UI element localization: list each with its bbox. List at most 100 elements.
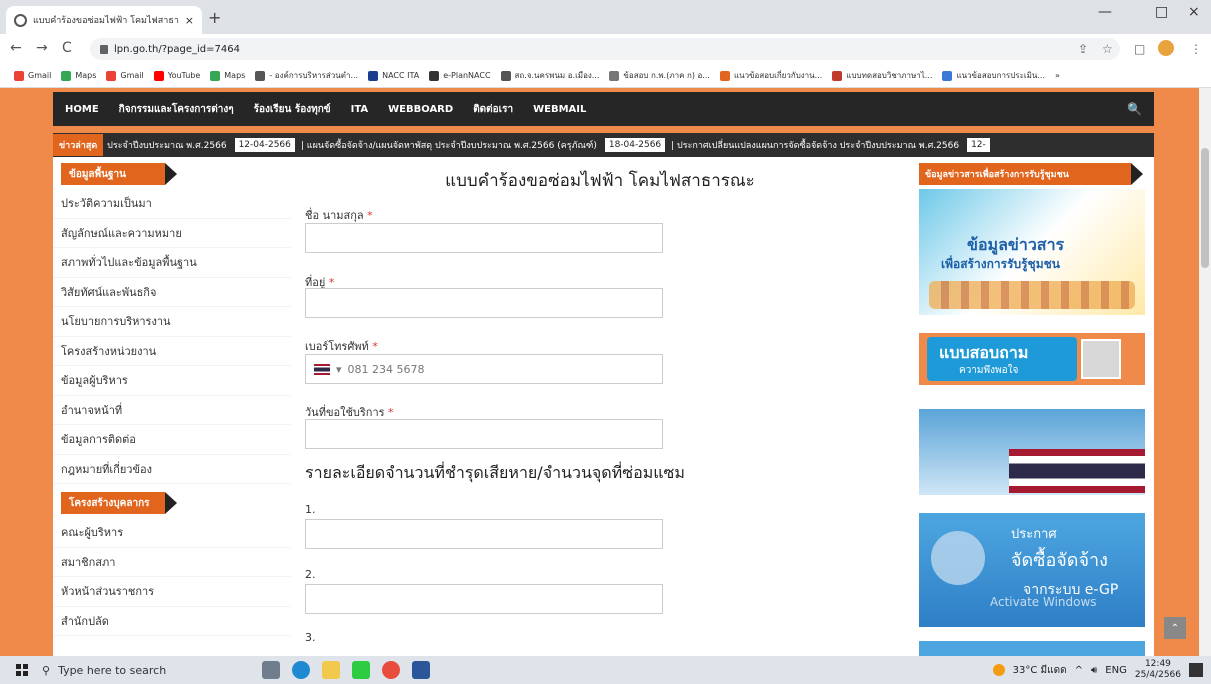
word-app-icon[interactable] xyxy=(412,661,430,679)
nav-home[interactable]: HOME xyxy=(65,104,99,115)
nav-contact[interactable]: ติดต่อเรา xyxy=(473,102,513,117)
sidebar-item[interactable]: ข้อมูลการติดต่อ xyxy=(53,425,291,455)
tray-arrow-icon[interactable]: ^ xyxy=(1075,665,1083,676)
bookmark-label: YouTube xyxy=(167,71,201,80)
bookmark-item[interactable]: แบบทดสอบวิชาภาษาไ... xyxy=(832,69,932,82)
browser-tab[interactable]: แบบคำร้องขอซ่อมไฟฟ้า โคมไฟสาธารณ × xyxy=(6,6,202,34)
ticker-item[interactable]: | ประกาศเปลี่ยนแปลงแผนการจัดซื้อจัดจ้าง … xyxy=(671,138,959,152)
sidebar-item[interactable]: สำนักปลัด xyxy=(53,607,291,636)
item-1-field[interactable] xyxy=(305,519,663,549)
name-label: ชื่อ นามสกุล * xyxy=(305,206,373,224)
taskbar-clock[interactable]: 12:49 25/4/2566 xyxy=(1135,659,1181,681)
sidebar-item[interactable]: วิสัยทัศน์และพันธกิจ xyxy=(53,278,291,307)
bookmark-item[interactable]: YouTube xyxy=(153,70,201,81)
bookmark-item[interactable]: Gmail xyxy=(106,70,144,81)
share-icon[interactable]: ⇪ xyxy=(1078,42,1088,56)
bookmark-item[interactable]: Gmail xyxy=(14,70,51,81)
date-field[interactable] xyxy=(305,419,663,449)
name-label-text: ชื่อ นามสกุล xyxy=(305,209,364,222)
country-dropdown-caret-icon[interactable]: ▾ xyxy=(336,363,342,376)
notification-icon[interactable] xyxy=(1189,663,1203,677)
sidebar-item[interactable]: ข้อมูลผู้บริหาร xyxy=(53,366,291,396)
banner-subtitle: เพื่อสร้างการรับรู้ชุมชน xyxy=(941,257,1060,271)
nav-complaints[interactable]: ร้องเรียน ร้องทุกข์ xyxy=(254,102,331,117)
scroll-to-top-button[interactable]: ⌃ xyxy=(1164,617,1186,639)
profile-avatar[interactable] xyxy=(1158,40,1174,56)
scrollbar-thumb[interactable] xyxy=(1201,148,1209,268)
reload-button[interactable]: C xyxy=(62,40,72,56)
nav-webboard[interactable]: WEBBOARD xyxy=(388,104,453,115)
community-news-banner[interactable]: ข้อมูลข่าวสาร เพื่อสร้างการรับรู้ชุมชน xyxy=(919,189,1145,315)
phone-field[interactable]: ▾ 081 234 5678 xyxy=(305,354,663,384)
more-bookmarks-icon[interactable]: » xyxy=(1055,71,1060,80)
bookmark-item[interactable]: e-PlanNACC xyxy=(429,70,491,81)
sidebar-item[interactable]: หัวหน้าส่วนราชการ xyxy=(53,577,291,607)
next-banner-partial[interactable] xyxy=(919,641,1145,657)
edge-browser-icon[interactable] xyxy=(292,661,310,679)
close-window-button[interactable]: × xyxy=(1188,4,1200,20)
sidebar-item[interactable]: นโยบายการบริหารงาน xyxy=(53,307,291,337)
bookmark-favicon-icon xyxy=(255,70,266,81)
phone-placeholder: 081 234 5678 xyxy=(347,362,425,376)
item-2-field[interactable] xyxy=(305,584,663,614)
bookmark-label: Maps xyxy=(75,71,97,80)
bookmark-item[interactable]: - องค์การบริหารส่วนตำ... xyxy=(255,69,358,82)
nav-activities[interactable]: กิจกรรมและโครงการต่างๆ xyxy=(119,102,234,117)
browser-menu-icon[interactable]: ⋮ xyxy=(1190,42,1202,56)
language-indicator[interactable]: ENG xyxy=(1105,665,1127,676)
bookmark-item[interactable]: Maps xyxy=(61,70,97,81)
bookmark-item[interactable]: สถ.จ.นครพนม อ.เมือง... xyxy=(500,69,599,82)
name-field[interactable] xyxy=(305,223,663,253)
back-button[interactable]: ← xyxy=(10,40,22,56)
sidebar-item[interactable]: สภาพทั่วไปและข้อมูลพื้นฐาน xyxy=(53,248,291,278)
satisfaction-survey-banner[interactable]: แบบสอบถาม ความพึงพอใจ xyxy=(919,333,1145,385)
forward-button[interactable]: → xyxy=(36,40,48,56)
weather-text[interactable]: 33°C มีแดด xyxy=(1013,663,1067,678)
sidebar-item[interactable]: สมาชิกสภา xyxy=(53,548,291,577)
windows-start-icon[interactable] xyxy=(16,664,28,676)
date-label-text: วันที่ขอใช้บริการ xyxy=(305,406,385,419)
volume-icon[interactable]: 🔊︎ xyxy=(1091,665,1097,676)
anti-corruption-banner[interactable] xyxy=(919,409,1145,495)
sidebar-item[interactable]: คณะผู้บริหาร xyxy=(53,518,291,548)
bookmark-star-icon[interactable]: ☆ xyxy=(1102,42,1113,56)
system-tray: 33°C มีแดด ^ 🔊︎ ENG 12:49 25/4/2566 xyxy=(992,656,1203,684)
sidebar-heading-personnel: โครงสร้างบุคลากร xyxy=(61,492,177,514)
ticker-item[interactable]: ประจำปีงบประมาณ พ.ศ.2566 xyxy=(107,138,226,152)
bookmark-item[interactable]: ข้อสอบ ก.พ.(ภาค ก) อ... xyxy=(609,69,710,82)
sidebar-item[interactable]: โครงสร้างหน่วยงาน xyxy=(53,337,291,366)
sidebar-item[interactable]: สัญลักษณ์และความหมาย xyxy=(53,219,291,248)
task-view-icon[interactable] xyxy=(262,661,280,679)
ticker-item[interactable]: | แผนจัดซื้อจัดจ้าง/แผนจัดหาพัสดุ ประจำป… xyxy=(301,138,597,152)
search-icon[interactable]: 🔍 xyxy=(1127,102,1142,116)
bookmark-item[interactable]: Maps xyxy=(210,70,245,81)
taskbar-search[interactable]: ⚲ Type here to search xyxy=(42,659,222,681)
egp-procurement-banner[interactable]: ประกาศ จัดซื้อจัดจ้าง จากระบบ e-GP xyxy=(919,513,1145,627)
clock-time: 12:49 xyxy=(1144,659,1171,669)
nav-ita[interactable]: ITA xyxy=(351,104,369,115)
bookmark-item[interactable]: NACC ITA xyxy=(368,70,419,81)
page-scrollbar[interactable] xyxy=(1199,88,1211,656)
new-tab-button[interactable]: + xyxy=(208,8,221,27)
sidebar-item[interactable]: อำนาจหน้าที่ xyxy=(53,396,291,425)
bookmark-item[interactable]: แนวข้อสอบเกี่ยวกับงาน... xyxy=(719,69,822,82)
url-input[interactable]: lpn.go.th/?page_id=7464 xyxy=(90,38,1120,60)
file-explorer-icon[interactable] xyxy=(322,661,340,679)
sidebar-item[interactable]: กฎหมายที่เกี่ยวข้อง xyxy=(53,455,291,484)
chrome-browser-icon[interactable] xyxy=(382,661,400,679)
bookmark-favicon-icon xyxy=(210,70,221,81)
address-field[interactable] xyxy=(305,288,663,318)
thai-flag-icon[interactable] xyxy=(314,363,330,375)
tab-close-icon[interactable]: × xyxy=(185,14,194,27)
maximize-button[interactable]: □ xyxy=(1155,4,1168,20)
site-navigation: HOME กิจกรรมและโครงการต่างๆ ร้องเรียน ร้… xyxy=(53,92,1154,126)
required-mark: * xyxy=(388,406,394,419)
sidebar-item[interactable]: ประวัติความเป็นมา xyxy=(53,189,291,219)
side-panel-icon[interactable]: □ xyxy=(1134,42,1145,56)
bookmark-item[interactable]: แนวข้อสอบการประเมิน... xyxy=(942,69,1045,82)
people-illustration xyxy=(929,281,1135,309)
nav-webmail[interactable]: WEBMAIL xyxy=(533,104,586,115)
page-content: ข้อมูลพื้นฐาน ประวัติความเป็นมา สัญลักษณ์… xyxy=(53,157,1154,657)
line-app-icon[interactable] xyxy=(352,661,370,679)
minimize-button[interactable]: — xyxy=(1098,4,1112,20)
